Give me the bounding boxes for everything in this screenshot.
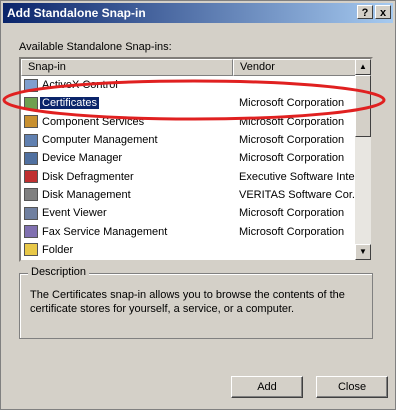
snapin-name: ActiveX Control — [42, 79, 118, 92]
event-viewer-icon — [24, 206, 38, 220]
title-bar: Add Standalone Snap-in ? x — [3, 3, 393, 23]
column-header-snapin[interactable]: Snap-in — [21, 59, 233, 76]
snapin-name: Disk Defragmenter — [42, 170, 134, 183]
device-manager-icon — [24, 151, 38, 165]
snapin-name-cell: Fax Service Management — [21, 225, 233, 239]
list-item[interactable]: Disk Defragmenter Executive Software Inte… — [21, 167, 357, 185]
component-services-icon — [24, 115, 38, 129]
list-item[interactable]: ActiveX Control — [21, 76, 357, 94]
snapin-name-cell: Disk Defragmenter — [21, 170, 233, 184]
description-group: Description The Certificates snap-in all… — [19, 266, 373, 339]
snapin-name-cell: Component Services — [21, 115, 233, 129]
list-item[interactable]: Folder — [21, 241, 357, 259]
snapin-vendor: Microsoft Corporation — [239, 152, 345, 165]
snapin-vendor: Microsoft Corporation — [239, 134, 345, 147]
disk-management-icon — [24, 188, 38, 202]
snapin-name: Fax Service Management — [42, 225, 168, 238]
list-item[interactable]: Certificates Microsoft Corporation — [21, 94, 357, 112]
close-button[interactable]: Close — [316, 376, 388, 398]
add-standalone-snapin-dialog: Add Standalone Snap-in ? x Available Sta… — [0, 0, 396, 410]
snapin-name: Event Viewer — [42, 207, 107, 220]
close-window-button[interactable]: x — [375, 5, 391, 19]
snapin-list[interactable]: Snap-in Vendor ActiveX Control Certificat… — [19, 57, 373, 262]
folder-icon — [24, 243, 38, 257]
snapin-name: Certificates — [40, 97, 100, 110]
available-snapins-label: Available Standalone Snap-ins: — [19, 41, 172, 53]
disk-defragmenter-icon — [24, 170, 38, 184]
fax-service-icon — [24, 225, 38, 239]
snapin-vendor: Executive Software Inte... — [239, 170, 357, 183]
activex-control-icon — [24, 78, 38, 92]
computer-management-icon — [24, 133, 38, 147]
list-header: Snap-in Vendor — [21, 59, 357, 76]
scroll-thumb[interactable] — [355, 75, 371, 137]
snapin-name-cell: Disk Management — [21, 188, 233, 202]
snapin-name-cell: Device Manager — [21, 151, 233, 165]
column-header-vendor[interactable]: Vendor — [233, 59, 357, 76]
snapin-name: Folder — [42, 243, 74, 256]
snapin-name: Computer Management — [42, 134, 158, 147]
snapin-name: Disk Management — [42, 188, 131, 201]
window-title: Add Standalone Snap-in — [7, 6, 146, 20]
vertical-scrollbar[interactable]: ▲ ▼ — [355, 59, 371, 260]
snapin-vendor: Microsoft Corporation — [239, 115, 345, 128]
snapin-vendor: Microsoft Corporation — [239, 225, 345, 238]
description-legend: Description — [28, 266, 90, 278]
snapin-name-cell: Certificates — [21, 96, 233, 110]
snapin-vendor: Microsoft Corporation — [239, 97, 345, 110]
list-item[interactable]: Disk Management VERITAS Software Cor... — [21, 186, 357, 204]
list-item[interactable]: Computer Management Microsoft Corporation — [21, 131, 357, 149]
list-item[interactable]: Fax Service Management Microsoft Corporat… — [21, 222, 357, 240]
snapin-name: Component Services — [42, 115, 145, 128]
snapin-name-cell: Folder — [21, 243, 233, 257]
snapin-name: Device Manager — [42, 152, 123, 165]
snapin-name-cell: Event Viewer — [21, 206, 233, 220]
snapin-vendor: VERITAS Software Cor... — [239, 188, 357, 201]
add-button[interactable]: Add — [231, 376, 303, 398]
certificates-icon — [24, 96, 38, 110]
scroll-up-button[interactable]: ▲ — [355, 59, 371, 75]
list-item[interactable]: Event Viewer Microsoft Corporation — [21, 204, 357, 222]
list-item[interactable]: Component Services Microsoft Corporation — [21, 113, 357, 131]
snapin-name-cell: ActiveX Control — [21, 78, 233, 92]
snapin-vendor: Microsoft Corporation — [239, 207, 345, 220]
list-rows: ActiveX Control Certificates Microsoft Cor… — [21, 76, 357, 259]
scroll-down-button[interactable]: ▼ — [355, 244, 371, 260]
description-text: The Certificates snap-in allows you to b… — [30, 289, 345, 315]
help-button[interactable]: ? — [357, 5, 373, 19]
snapin-name-cell: Computer Management — [21, 133, 233, 147]
list-item[interactable]: Device Manager Microsoft Corporation — [21, 149, 357, 167]
